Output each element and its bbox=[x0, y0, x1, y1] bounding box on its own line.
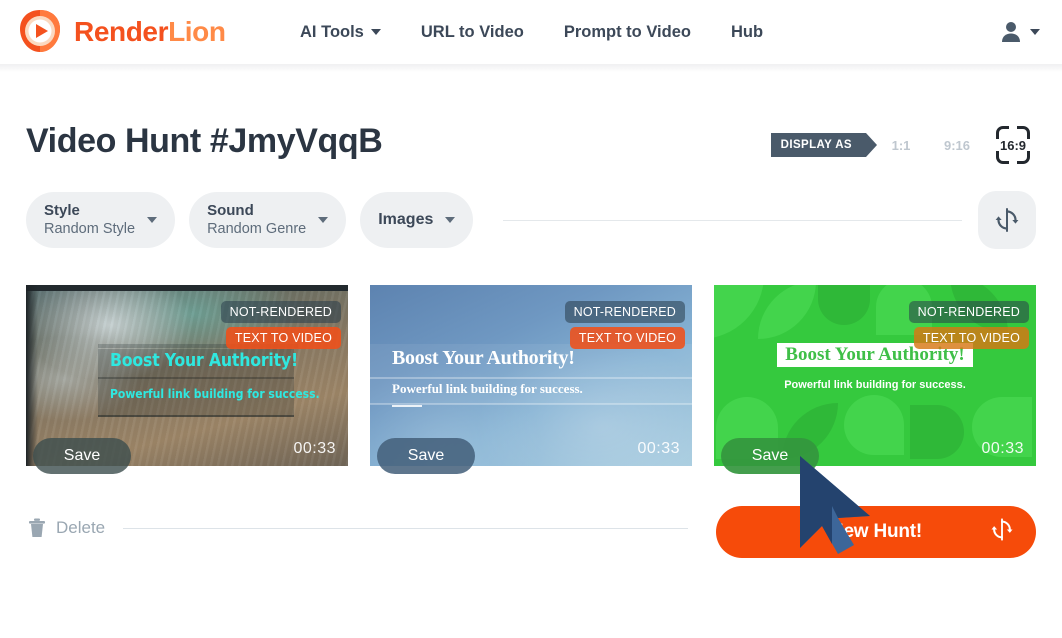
decorative-shape bbox=[910, 405, 964, 459]
chevron-down-icon bbox=[147, 217, 158, 223]
status-badge: NOT-RENDERED bbox=[220, 301, 341, 323]
display-as-tag: DISPLAY AS bbox=[770, 133, 878, 157]
style-dropdown[interactable]: Style Random Style bbox=[26, 192, 176, 248]
trash-icon[interactable] bbox=[28, 518, 46, 538]
status-badge: NOT-RENDERED bbox=[564, 301, 685, 323]
status-badge: NOT-RENDERED bbox=[908, 301, 1029, 323]
nav-item-prompt-to-video[interactable]: Prompt to Video bbox=[564, 23, 691, 42]
type-badge: TEXT TO VIDEO bbox=[913, 327, 1029, 349]
site-header: RenderLion AI Tools URL to Video Prompt … bbox=[0, 0, 1062, 64]
corner-bracket-icon bbox=[956, 122, 969, 135]
lion-play-logo-icon bbox=[14, 6, 66, 58]
video-headline: Boost Your Authority! bbox=[392, 347, 575, 369]
nav-item-label: URL to Video bbox=[420, 22, 524, 41]
decorative-shape bbox=[818, 285, 870, 325]
video-subline-wrap: Powerful link building for success. bbox=[26, 387, 348, 401]
footer-divider bbox=[123, 527, 688, 529]
thumbnail-top-edge bbox=[26, 285, 348, 291]
video-subline: Powerful link building for success. bbox=[784, 379, 966, 391]
corner-bracket-icon bbox=[1017, 126, 1030, 139]
sound-dropdown-value: Random Genre bbox=[207, 221, 307, 238]
video-badges: NOT-RENDERED TEXT TO VIDEO bbox=[220, 301, 341, 349]
chevron-down-icon bbox=[370, 29, 381, 35]
video-badges: NOT-RENDERED TEXT TO VIDEO bbox=[908, 301, 1029, 349]
video-subline: Powerful link building for success. bbox=[392, 381, 583, 396]
video-duration: 00:33 bbox=[981, 440, 1024, 457]
text-bottom-line bbox=[98, 415, 294, 417]
video-subline-wrap: Powerful link building for success. bbox=[370, 381, 692, 397]
save-button[interactable]: Save bbox=[377, 438, 475, 474]
nav-item-hub[interactable]: Hub bbox=[731, 23, 763, 42]
video-subline: Powerful link building for success. bbox=[110, 387, 320, 401]
video-card[interactable]: Boost Your Authority! Powerful link buil… bbox=[370, 285, 692, 474]
video-headline-wrap: Boost Your Authority! bbox=[26, 351, 348, 371]
video-badges: NOT-RENDERED TEXT TO VIDEO bbox=[564, 301, 685, 349]
nav-item-ai-tools[interactable]: AI Tools bbox=[300, 23, 381, 42]
thumbnail-left-edge bbox=[26, 285, 38, 466]
new-hunt-button[interactable]: New Hunt! bbox=[716, 506, 1036, 558]
corner-bracket-icon bbox=[884, 151, 897, 164]
account-menu[interactable] bbox=[998, 0, 1040, 64]
video-card[interactable]: Boost Your Authority! Powerful link buil… bbox=[714, 285, 1036, 474]
filter-divider bbox=[503, 219, 962, 221]
display-as-control: DISPLAY AS 1:1 9:16 16:9 bbox=[770, 124, 1034, 166]
corner-bracket-icon bbox=[996, 151, 1009, 164]
new-hunt-refresh-icon bbox=[990, 518, 1014, 547]
nav-item-url-to-video[interactable]: URL to Video bbox=[421, 23, 524, 42]
ratio-button-1-1[interactable]: 1:1 bbox=[880, 124, 922, 166]
decorative-shape bbox=[844, 395, 904, 455]
type-badge: TEXT TO VIDEO bbox=[225, 327, 341, 349]
decorative-shape bbox=[714, 285, 764, 339]
main-navigation: AI Tools URL to Video Prompt to Video Hu… bbox=[300, 0, 763, 64]
brand-name: RenderLion bbox=[74, 16, 226, 48]
corner-bracket-icon bbox=[905, 151, 918, 164]
corner-bracket-icon bbox=[956, 155, 969, 168]
ratio-button-16-9[interactable]: 16:9 bbox=[992, 124, 1034, 166]
header-divider bbox=[0, 64, 1062, 72]
brand-name-part1: Render bbox=[74, 16, 169, 47]
video-headline: Boost Your Authority! bbox=[110, 351, 298, 371]
nav-item-label: AI Tools bbox=[300, 22, 364, 41]
chevron-down-icon bbox=[1030, 29, 1040, 35]
style-dropdown-value: Random Style bbox=[44, 221, 136, 238]
video-headline-wrap: Boost Your Authority! bbox=[370, 347, 692, 370]
user-account-icon bbox=[1002, 22, 1020, 42]
chevron-down-icon bbox=[318, 217, 329, 223]
video-subline-wrap: Powerful link building for success. bbox=[714, 375, 1036, 393]
chevron-down-icon bbox=[445, 217, 456, 223]
corner-bracket-icon bbox=[1017, 151, 1030, 164]
video-card-grid: Boost Your Authority! Powerful link buil… bbox=[26, 285, 1036, 474]
corner-bracket-icon bbox=[905, 126, 918, 139]
save-button[interactable]: Save bbox=[33, 438, 131, 474]
images-dropdown[interactable]: Images bbox=[360, 192, 474, 248]
refresh-sync-icon bbox=[995, 208, 1019, 232]
save-button[interactable]: Save bbox=[721, 438, 819, 474]
ratio-label: 9:16 bbox=[943, 137, 971, 153]
ratio-button-9-16[interactable]: 9:16 bbox=[936, 124, 978, 166]
sound-dropdown[interactable]: Sound Random Genre bbox=[189, 192, 347, 248]
delete-row: Delete bbox=[28, 518, 688, 538]
decorative-shape bbox=[758, 285, 816, 339]
corner-bracket-icon bbox=[884, 126, 897, 139]
sound-dropdown-label: Sound bbox=[207, 201, 254, 219]
video-duration: 00:33 bbox=[637, 440, 680, 457]
corner-bracket-icon bbox=[996, 126, 1009, 139]
video-card[interactable]: Boost Your Authority! Powerful link buil… bbox=[26, 285, 348, 474]
brand-logo[interactable]: RenderLion bbox=[14, 6, 226, 58]
images-dropdown-label: Images bbox=[378, 211, 434, 228]
filter-toolbar: Style Random Style Sound Random Genre Im… bbox=[26, 191, 1036, 249]
delete-label[interactable]: Delete bbox=[56, 518, 105, 538]
type-badge: TEXT TO VIDEO bbox=[569, 327, 685, 349]
nav-item-label: Prompt to Video bbox=[563, 22, 691, 41]
nav-item-label: Hub bbox=[730, 22, 764, 41]
regenerate-button[interactable] bbox=[978, 191, 1036, 249]
brand-name-part2: Lion bbox=[168, 16, 226, 47]
style-dropdown-label: Style bbox=[44, 201, 80, 219]
page-title: Video Hunt #JmyVqqB bbox=[26, 122, 383, 160]
new-hunt-label: New Hunt! bbox=[829, 521, 923, 542]
video-duration: 00:33 bbox=[293, 440, 336, 457]
text-underline-accent bbox=[392, 405, 422, 407]
